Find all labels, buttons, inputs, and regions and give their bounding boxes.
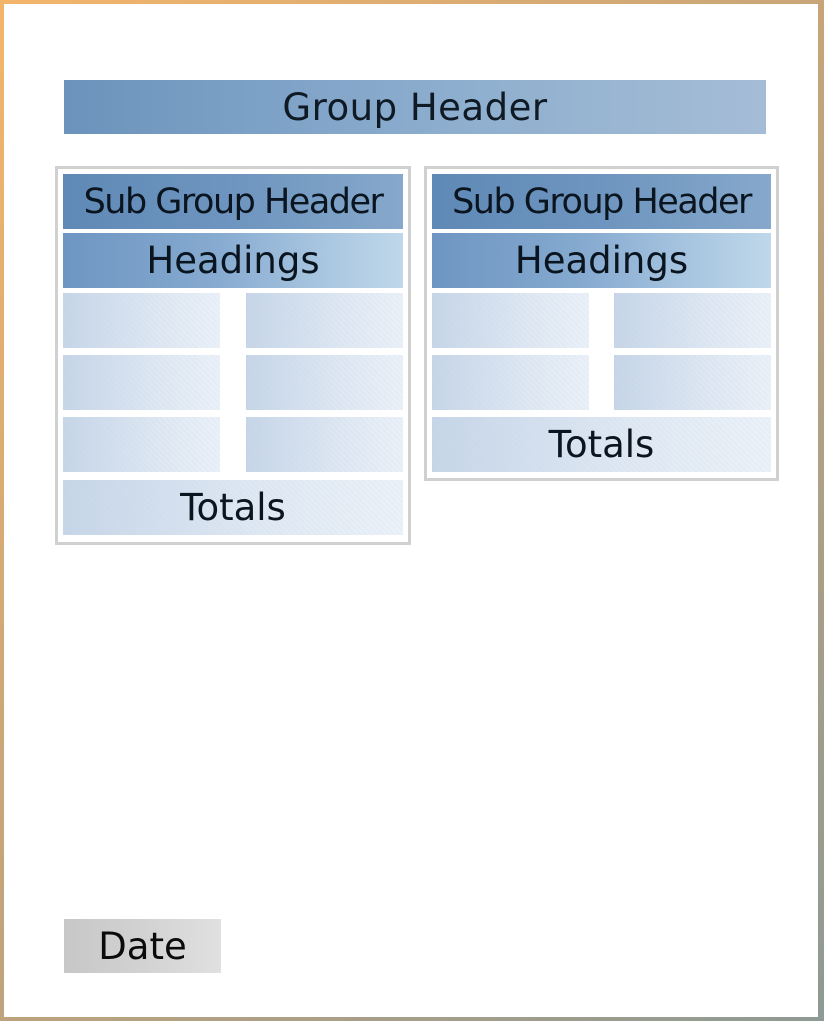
date-field[interactable]: Date <box>64 919 221 973</box>
sub-group-header[interactable]: Sub Group Header <box>63 174 403 229</box>
totals-row[interactable]: Totals <box>63 480 403 535</box>
headings-label: Headings <box>146 239 320 282</box>
detail-cell[interactable] <box>432 355 589 410</box>
detail-row <box>63 355 403 410</box>
headings-row[interactable]: Headings <box>432 233 771 288</box>
totals-label: Totals <box>548 423 655 466</box>
detail-row <box>432 355 771 410</box>
detail-cell[interactable] <box>614 293 771 348</box>
sub-group-header-label: Sub Group Header <box>83 181 384 222</box>
sub-group-header[interactable]: Sub Group Header <box>432 174 771 229</box>
totals-row[interactable]: Totals <box>432 417 771 472</box>
detail-cell[interactable] <box>63 417 220 472</box>
detail-row <box>432 293 771 348</box>
report-layout-canvas: Group Header Sub Group Header Headings T… <box>4 4 818 1017</box>
totals-label: Totals <box>180 486 286 529</box>
detail-cell[interactable] <box>63 355 220 410</box>
subgroup-left[interactable]: Sub Group Header Headings Totals <box>55 166 411 545</box>
detail-row <box>63 417 403 472</box>
detail-cell[interactable] <box>63 293 220 348</box>
headings-row[interactable]: Headings <box>63 233 403 288</box>
detail-cell[interactable] <box>246 417 403 472</box>
sub-group-header-label: Sub Group Header <box>452 181 752 222</box>
detail-cell[interactable] <box>432 293 589 348</box>
date-label: Date <box>98 924 187 968</box>
group-header-label: Group Header <box>282 85 548 129</box>
detail-row <box>63 293 403 348</box>
detail-cell[interactable] <box>246 293 403 348</box>
detail-cell[interactable] <box>614 355 771 410</box>
subgroup-right[interactable]: Sub Group Header Headings Totals <box>424 166 779 481</box>
headings-label: Headings <box>514 239 689 282</box>
group-header[interactable]: Group Header <box>64 80 766 134</box>
detail-cell[interactable] <box>246 355 403 410</box>
